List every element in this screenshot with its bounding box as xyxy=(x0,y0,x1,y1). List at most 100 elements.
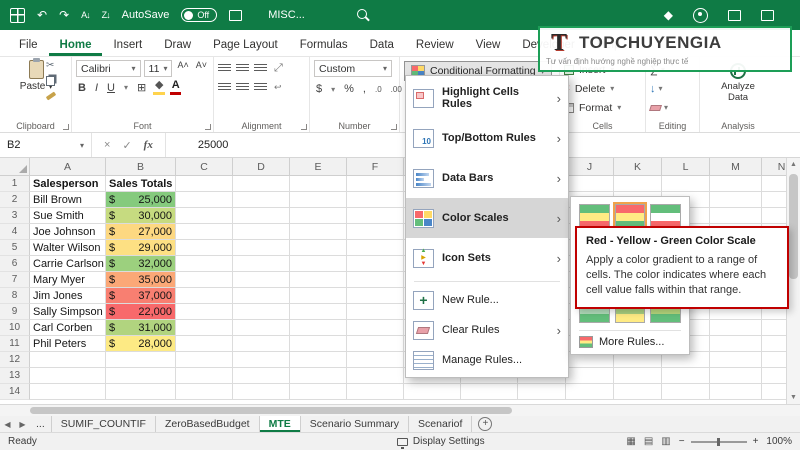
cell-D14[interactable] xyxy=(233,384,290,400)
cell-J14[interactable] xyxy=(566,384,614,400)
cell-M11[interactable] xyxy=(710,336,762,352)
sheet-tab-scenariof[interactable]: Scenariof xyxy=(409,416,472,432)
select-all-corner[interactable] xyxy=(0,158,30,175)
cell-D3[interactable] xyxy=(233,208,290,224)
cell-J13[interactable] xyxy=(566,368,614,384)
row-header-8[interactable]: 8 xyxy=(0,288,30,304)
row-header-13[interactable]: 13 xyxy=(0,368,30,384)
cf-menu-item-new-rule[interactable]: +New Rule... xyxy=(406,285,568,315)
cell-F8[interactable] xyxy=(347,288,404,304)
cut-icon[interactable]: ✂ xyxy=(46,61,56,71)
cell-A14[interactable] xyxy=(30,384,106,400)
sheet-nav-right-icon[interactable]: ▶ xyxy=(15,416,30,432)
row-header-2[interactable]: 2 xyxy=(0,192,30,208)
cell-A5[interactable]: Walter Wilson xyxy=(30,240,106,256)
cell-M10[interactable] xyxy=(710,320,762,336)
cf-menu-item-icon-sets[interactable]: ▲▶▼Icon Sets› xyxy=(406,238,568,278)
cell-N12[interactable] xyxy=(762,352,786,368)
cell-D10[interactable] xyxy=(233,320,290,336)
row-header-14[interactable]: 14 xyxy=(0,384,30,400)
cell-F3[interactable] xyxy=(347,208,404,224)
cell-E5[interactable] xyxy=(290,240,347,256)
cell-D8[interactable] xyxy=(233,288,290,304)
cell-F4[interactable] xyxy=(347,224,404,240)
cell-E2[interactable] xyxy=(290,192,347,208)
row-header-4[interactable]: 4 xyxy=(0,224,30,240)
cell-E7[interactable] xyxy=(290,272,347,288)
autosave-toggle[interactable]: Off xyxy=(181,8,217,22)
cell-A12[interactable] xyxy=(30,352,106,368)
cell-C3[interactable] xyxy=(176,208,233,224)
align-center-icon[interactable] xyxy=(236,83,249,92)
cell-C10[interactable] xyxy=(176,320,233,336)
fill-color-icon[interactable]: ◆ xyxy=(153,80,165,95)
format-painter-icon[interactable] xyxy=(46,91,56,100)
cell-F1[interactable] xyxy=(347,176,404,192)
cell-F10[interactable] xyxy=(347,320,404,336)
cell-A7[interactable]: Mary Myer xyxy=(30,272,106,288)
cf-menu-item-top-bottom-rules[interactable]: 10Top/Bottom Rules› xyxy=(406,118,568,158)
display-settings-button[interactable]: Display Settings xyxy=(397,436,485,447)
cell-F11[interactable] xyxy=(347,336,404,352)
ribbon-tab-insert[interactable]: Insert xyxy=(102,33,153,56)
cell-B11[interactable]: $28,000 xyxy=(106,336,176,352)
scroll-up-icon[interactable]: ▲ xyxy=(787,161,800,168)
row-header-7[interactable]: 7 xyxy=(0,272,30,288)
row-header-11[interactable]: 11 xyxy=(0,336,30,352)
insert-function-icon[interactable]: fx xyxy=(144,139,153,151)
grow-font-icon[interactable]: A˄ xyxy=(175,60,190,77)
copy-icon[interactable] xyxy=(46,76,55,86)
normal-view-icon[interactable]: ▦ xyxy=(626,436,635,447)
bold-icon[interactable]: B xyxy=(76,82,88,94)
cell-A11[interactable]: Phil Peters xyxy=(30,336,106,352)
sheet-nav-left-icon[interactable]: ◀ xyxy=(0,416,15,432)
zoom-slider-thumb[interactable] xyxy=(717,438,720,446)
new-sheet-button[interactable]: + xyxy=(478,417,492,431)
cell-B7[interactable]: $35,000 xyxy=(106,272,176,288)
cell-L13[interactable] xyxy=(662,368,710,384)
row-header-12[interactable]: 12 xyxy=(0,352,30,368)
number-dialog-launcher-icon[interactable] xyxy=(391,124,397,130)
column-header-D[interactable]: D xyxy=(233,158,290,175)
cell-M14[interactable] xyxy=(710,384,762,400)
cell-C2[interactable] xyxy=(176,192,233,208)
cell-K14[interactable] xyxy=(614,384,662,400)
row-header-9[interactable]: 9 xyxy=(0,304,30,320)
cell-E10[interactable] xyxy=(290,320,347,336)
cell-A1[interactable]: Salesperson xyxy=(30,176,106,192)
orientation-icon[interactable]: ⤢ xyxy=(272,62,285,75)
panel-icon[interactable] xyxy=(761,10,774,21)
clipboard-dialog-launcher-icon[interactable] xyxy=(63,124,69,130)
horizontal-scroll-thumb[interactable] xyxy=(30,407,512,414)
horizontal-scrollbar[interactable] xyxy=(0,404,800,416)
cell-E11[interactable] xyxy=(290,336,347,352)
cell-H14[interactable] xyxy=(461,384,518,400)
sort-ascending-icon[interactable]: A↓ xyxy=(81,11,90,20)
shrink-font-icon[interactable]: A˅ xyxy=(194,60,209,77)
ribbon-tab-home[interactable]: Home xyxy=(49,33,103,56)
ribbon-tab-page-layout[interactable]: Page Layout xyxy=(202,33,289,56)
sheet-tab-scenario-summary[interactable]: Scenario Summary xyxy=(301,416,409,432)
column-header-J[interactable]: J xyxy=(566,158,614,175)
cell-L1[interactable] xyxy=(662,176,710,192)
percent-style-icon[interactable]: % xyxy=(342,83,356,95)
paste-button[interactable]: Paste ▾ xyxy=(6,60,67,92)
wrap-text-icon[interactable]: ↩ xyxy=(272,82,284,93)
cell-E12[interactable] xyxy=(290,352,347,368)
cell-K1[interactable] xyxy=(614,176,662,192)
chevron-down-icon[interactable]: ▾ xyxy=(122,83,130,92)
column-header-E[interactable]: E xyxy=(290,158,347,175)
cell-D4[interactable] xyxy=(233,224,290,240)
user-icon[interactable] xyxy=(693,8,708,23)
ribbon-tab-formulas[interactable]: Formulas xyxy=(289,33,359,56)
accounting-format-icon[interactable]: $ xyxy=(314,83,324,95)
zoom-out-icon[interactable]: − xyxy=(679,436,685,447)
cell-E8[interactable] xyxy=(290,288,347,304)
cell-F7[interactable] xyxy=(347,272,404,288)
row-header-10[interactable]: 10 xyxy=(0,320,30,336)
cell-B14[interactable] xyxy=(106,384,176,400)
cell-E3[interactable] xyxy=(290,208,347,224)
cell-A4[interactable]: Joe Johnson xyxy=(30,224,106,240)
cell-D5[interactable] xyxy=(233,240,290,256)
italic-icon[interactable]: I xyxy=(93,82,100,94)
